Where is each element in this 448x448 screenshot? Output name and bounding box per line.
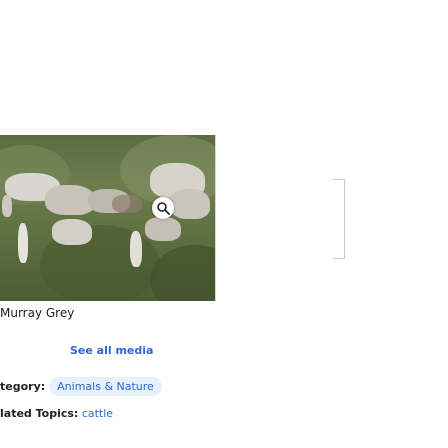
related-topics-row: lated Topics: cattle <box>0 407 113 420</box>
cattle-shape <box>130 231 142 267</box>
cattle-shape <box>18 223 28 263</box>
category-chip[interactable]: Animals & Nature <box>49 377 162 396</box>
cattle-shape <box>145 217 181 241</box>
related-topic-link[interactable]: cattle <box>78 407 113 420</box>
magnifier-icon[interactable] <box>152 197 174 219</box>
cattle-shape <box>112 195 142 213</box>
related-topics-label: lated Topics: <box>0 407 79 420</box>
media-side-panel <box>215 135 327 301</box>
grass-texture <box>150 245 215 301</box>
cattle-shape <box>170 189 210 219</box>
category-label: tegory: <box>0 380 46 393</box>
cattle-shape <box>52 219 92 245</box>
category-row: tegory: Animals & Nature <box>0 377 162 396</box>
see-all-media-link[interactable]: See all media <box>70 344 153 357</box>
divider <box>215 135 216 301</box>
panel-edge-frame <box>333 179 345 259</box>
media-caption: Murray Grey <box>0 306 75 320</box>
media-image[interactable] <box>0 135 215 301</box>
cattle-shape <box>2 195 12 217</box>
